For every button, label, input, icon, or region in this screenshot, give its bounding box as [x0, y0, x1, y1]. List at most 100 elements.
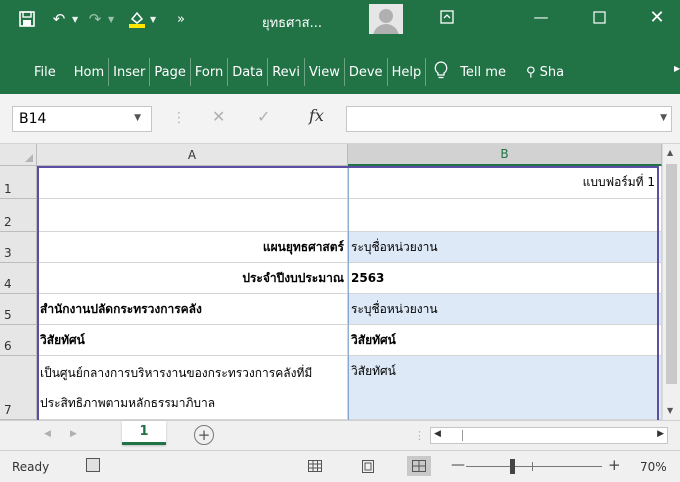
name-box-value: B14	[19, 111, 47, 127]
cell-b5[interactable]: ระบุชื่อหน่วยงาน	[348, 294, 662, 325]
select-all-button[interactable]	[0, 144, 37, 166]
status-text: Ready	[12, 460, 50, 474]
close-icon[interactable]: ✕	[634, 0, 680, 34]
enter-icon[interactable]: ✓	[257, 107, 270, 126]
zoom-slider[interactable]	[466, 466, 602, 467]
tab-view[interactable]: View	[305, 58, 345, 86]
status-bar: Ready — + 70%	[0, 450, 680, 482]
cell-b3[interactable]: ระบุชื่อหน่วยงาน	[348, 232, 662, 263]
horizontal-scroll-thumb[interactable]	[443, 430, 463, 441]
row-header-1[interactable]: 1	[0, 166, 37, 199]
table-column-divider	[348, 166, 349, 420]
tab-review[interactable]: Revi	[268, 58, 305, 86]
scroll-left-icon[interactable]: ◀	[434, 429, 441, 439]
cell-a6[interactable]: วิสัยทัศน์	[37, 325, 348, 356]
formula-bar-grip-icon[interactable]: ⋮	[172, 110, 186, 126]
next-sheet-icon[interactable]: ▶	[70, 429, 77, 439]
expand-formula-bar-icon[interactable]: ▼	[660, 113, 667, 123]
cell-b6[interactable]: วิสัยทัศน์	[348, 325, 662, 356]
horizontal-scrollbar[interactable]: ◀ ▶	[430, 427, 668, 444]
vertical-scroll-thumb[interactable]	[666, 164, 677, 384]
cell-a2[interactable]	[37, 199, 348, 232]
tab-help[interactable]: Help	[388, 58, 427, 86]
tell-me-search[interactable]: Tell me	[434, 61, 506, 83]
cancel-icon[interactable]: ✕	[212, 107, 225, 126]
tab-data[interactable]: Data	[228, 58, 269, 86]
ribbon-tabs: File Hom Inser Page Forn Data Revi View …	[0, 50, 680, 94]
macro-recording-icon[interactable]	[86, 458, 100, 472]
cell-a7[interactable]: เป็นศูนย์กลางการบริหารงานของกระทรวงการคล…	[37, 356, 348, 420]
normal-view-icon[interactable]	[303, 456, 327, 476]
minimize-icon[interactable]: —	[518, 0, 564, 34]
zoom-slider-thumb[interactable]	[510, 459, 515, 474]
column-header-b[interactable]: B	[348, 144, 662, 166]
add-sheet-button[interactable]: +	[194, 425, 214, 445]
name-box[interactable]: B14 ▼	[12, 106, 152, 132]
fill-color-dropdown-icon[interactable]: ▼	[150, 15, 160, 24]
cell-b4[interactable]: 2563	[348, 263, 662, 294]
lightbulb-icon	[434, 61, 448, 83]
sheet-tab-1[interactable]: 1	[122, 421, 166, 445]
share-label: Sha	[539, 64, 565, 80]
avatar-body	[373, 24, 399, 34]
document-title: ยุทธศาส...	[262, 16, 323, 31]
row-header-3[interactable]: 3	[0, 232, 37, 263]
page-break-view-icon[interactable]	[407, 456, 431, 476]
avatar-head	[379, 9, 393, 23]
row-header-4[interactable]: 4	[0, 263, 37, 294]
page-layout-view-icon[interactable]	[356, 456, 380, 476]
undo-dropdown-icon[interactable]: ▼	[72, 15, 82, 24]
ribbon-overflow-icon[interactable]: ▶	[674, 64, 680, 73]
tab-home[interactable]: Hom	[70, 58, 110, 86]
restore-icon[interactable]	[576, 0, 622, 34]
tab-formulas[interactable]: Forn	[191, 58, 229, 86]
tab-developer[interactable]: Deve	[345, 58, 388, 86]
scroll-right-icon[interactable]: ▶	[657, 429, 664, 439]
cell-b7[interactable]: วิสัยทัศน์	[348, 356, 662, 420]
row-header-6[interactable]: 6	[0, 325, 37, 356]
cell-b1[interactable]: แบบฟอร์มที่ 1	[348, 166, 662, 199]
zoom-out-icon[interactable]: —	[451, 457, 465, 473]
ribbon-display-options-icon[interactable]	[424, 0, 470, 34]
vertical-scrollbar[interactable]: ▲ ▼	[662, 144, 680, 420]
redo-icon[interactable]: ↷	[82, 6, 108, 32]
scroll-up-icon[interactable]: ▲	[667, 148, 673, 157]
tab-page-layout[interactable]: Page	[150, 58, 191, 86]
zoom-slider-midpoint	[532, 462, 533, 471]
more-commands-icon[interactable]: »	[168, 6, 194, 32]
cell-a7-line-2: ประสิทธิภาพตามหลักธรรมาภิบาล	[40, 396, 216, 411]
previous-sheet-icon[interactable]: ◀	[44, 429, 51, 439]
cell-a3[interactable]: แผนยุทธศาสตร์	[37, 232, 348, 263]
cell-b2[interactable]	[348, 199, 662, 232]
insert-function-icon[interactable]: fx	[309, 106, 324, 125]
cell-a4[interactable]: ประจำปีงบประมาณ	[37, 263, 348, 294]
share-button[interactable]: ⚲ Sha	[526, 65, 574, 80]
sheet-tabs-bar: ◀ ▶ 1 + ⋮ ◀ ▶	[0, 420, 680, 450]
avatar[interactable]	[369, 4, 403, 34]
column-header-a[interactable]: A	[37, 144, 348, 166]
row-header-7[interactable]: 7	[0, 356, 37, 420]
tab-file[interactable]: File	[0, 58, 70, 86]
scroll-down-icon[interactable]: ▼	[667, 406, 673, 415]
tab-split-handle-icon[interactable]: ⋮	[414, 429, 425, 442]
zoom-level[interactable]: 70%	[640, 460, 667, 474]
undo-icon[interactable]: ↶	[46, 6, 72, 32]
row-header-5[interactable]: 5	[0, 294, 37, 325]
fill-color-icon[interactable]	[124, 6, 150, 32]
worksheet-grid[interactable]: A B 1 แบบฟอร์มที่ 1 2 3 แผนยุทธศาสตร์ ระ…	[0, 144, 680, 420]
quick-access-toolbar: ↶ ▼ ↷ ▼ ▼ »	[14, 6, 194, 32]
tell-me-label: Tell me	[460, 64, 506, 80]
cell-a5[interactable]: สำนักงานปลัดกระทรวงการคลัง	[37, 294, 348, 325]
chevron-down-icon[interactable]: ▼	[134, 113, 141, 123]
tab-insert[interactable]: Inser	[109, 58, 151, 86]
cell-a7-line-1: เป็นศูนย์กลางการบริหารงานของกระทรวงการคล…	[40, 365, 313, 380]
cell-a1[interactable]	[37, 166, 348, 199]
share-icon: ⚲	[525, 64, 540, 80]
save-icon[interactable]	[14, 6, 40, 32]
title-bar: ↶ ▼ ↷ ▼ ▼ » ยุทธศาส... — ✕	[0, 0, 680, 50]
formula-input[interactable]: ▼	[346, 106, 672, 132]
row-header-2[interactable]: 2	[0, 199, 37, 232]
redo-dropdown-icon[interactable]: ▼	[108, 15, 118, 24]
formula-bar: B14 ▼ ⋮ ✕ ✓ fx ▼	[0, 94, 680, 144]
zoom-in-icon[interactable]: +	[608, 456, 621, 474]
